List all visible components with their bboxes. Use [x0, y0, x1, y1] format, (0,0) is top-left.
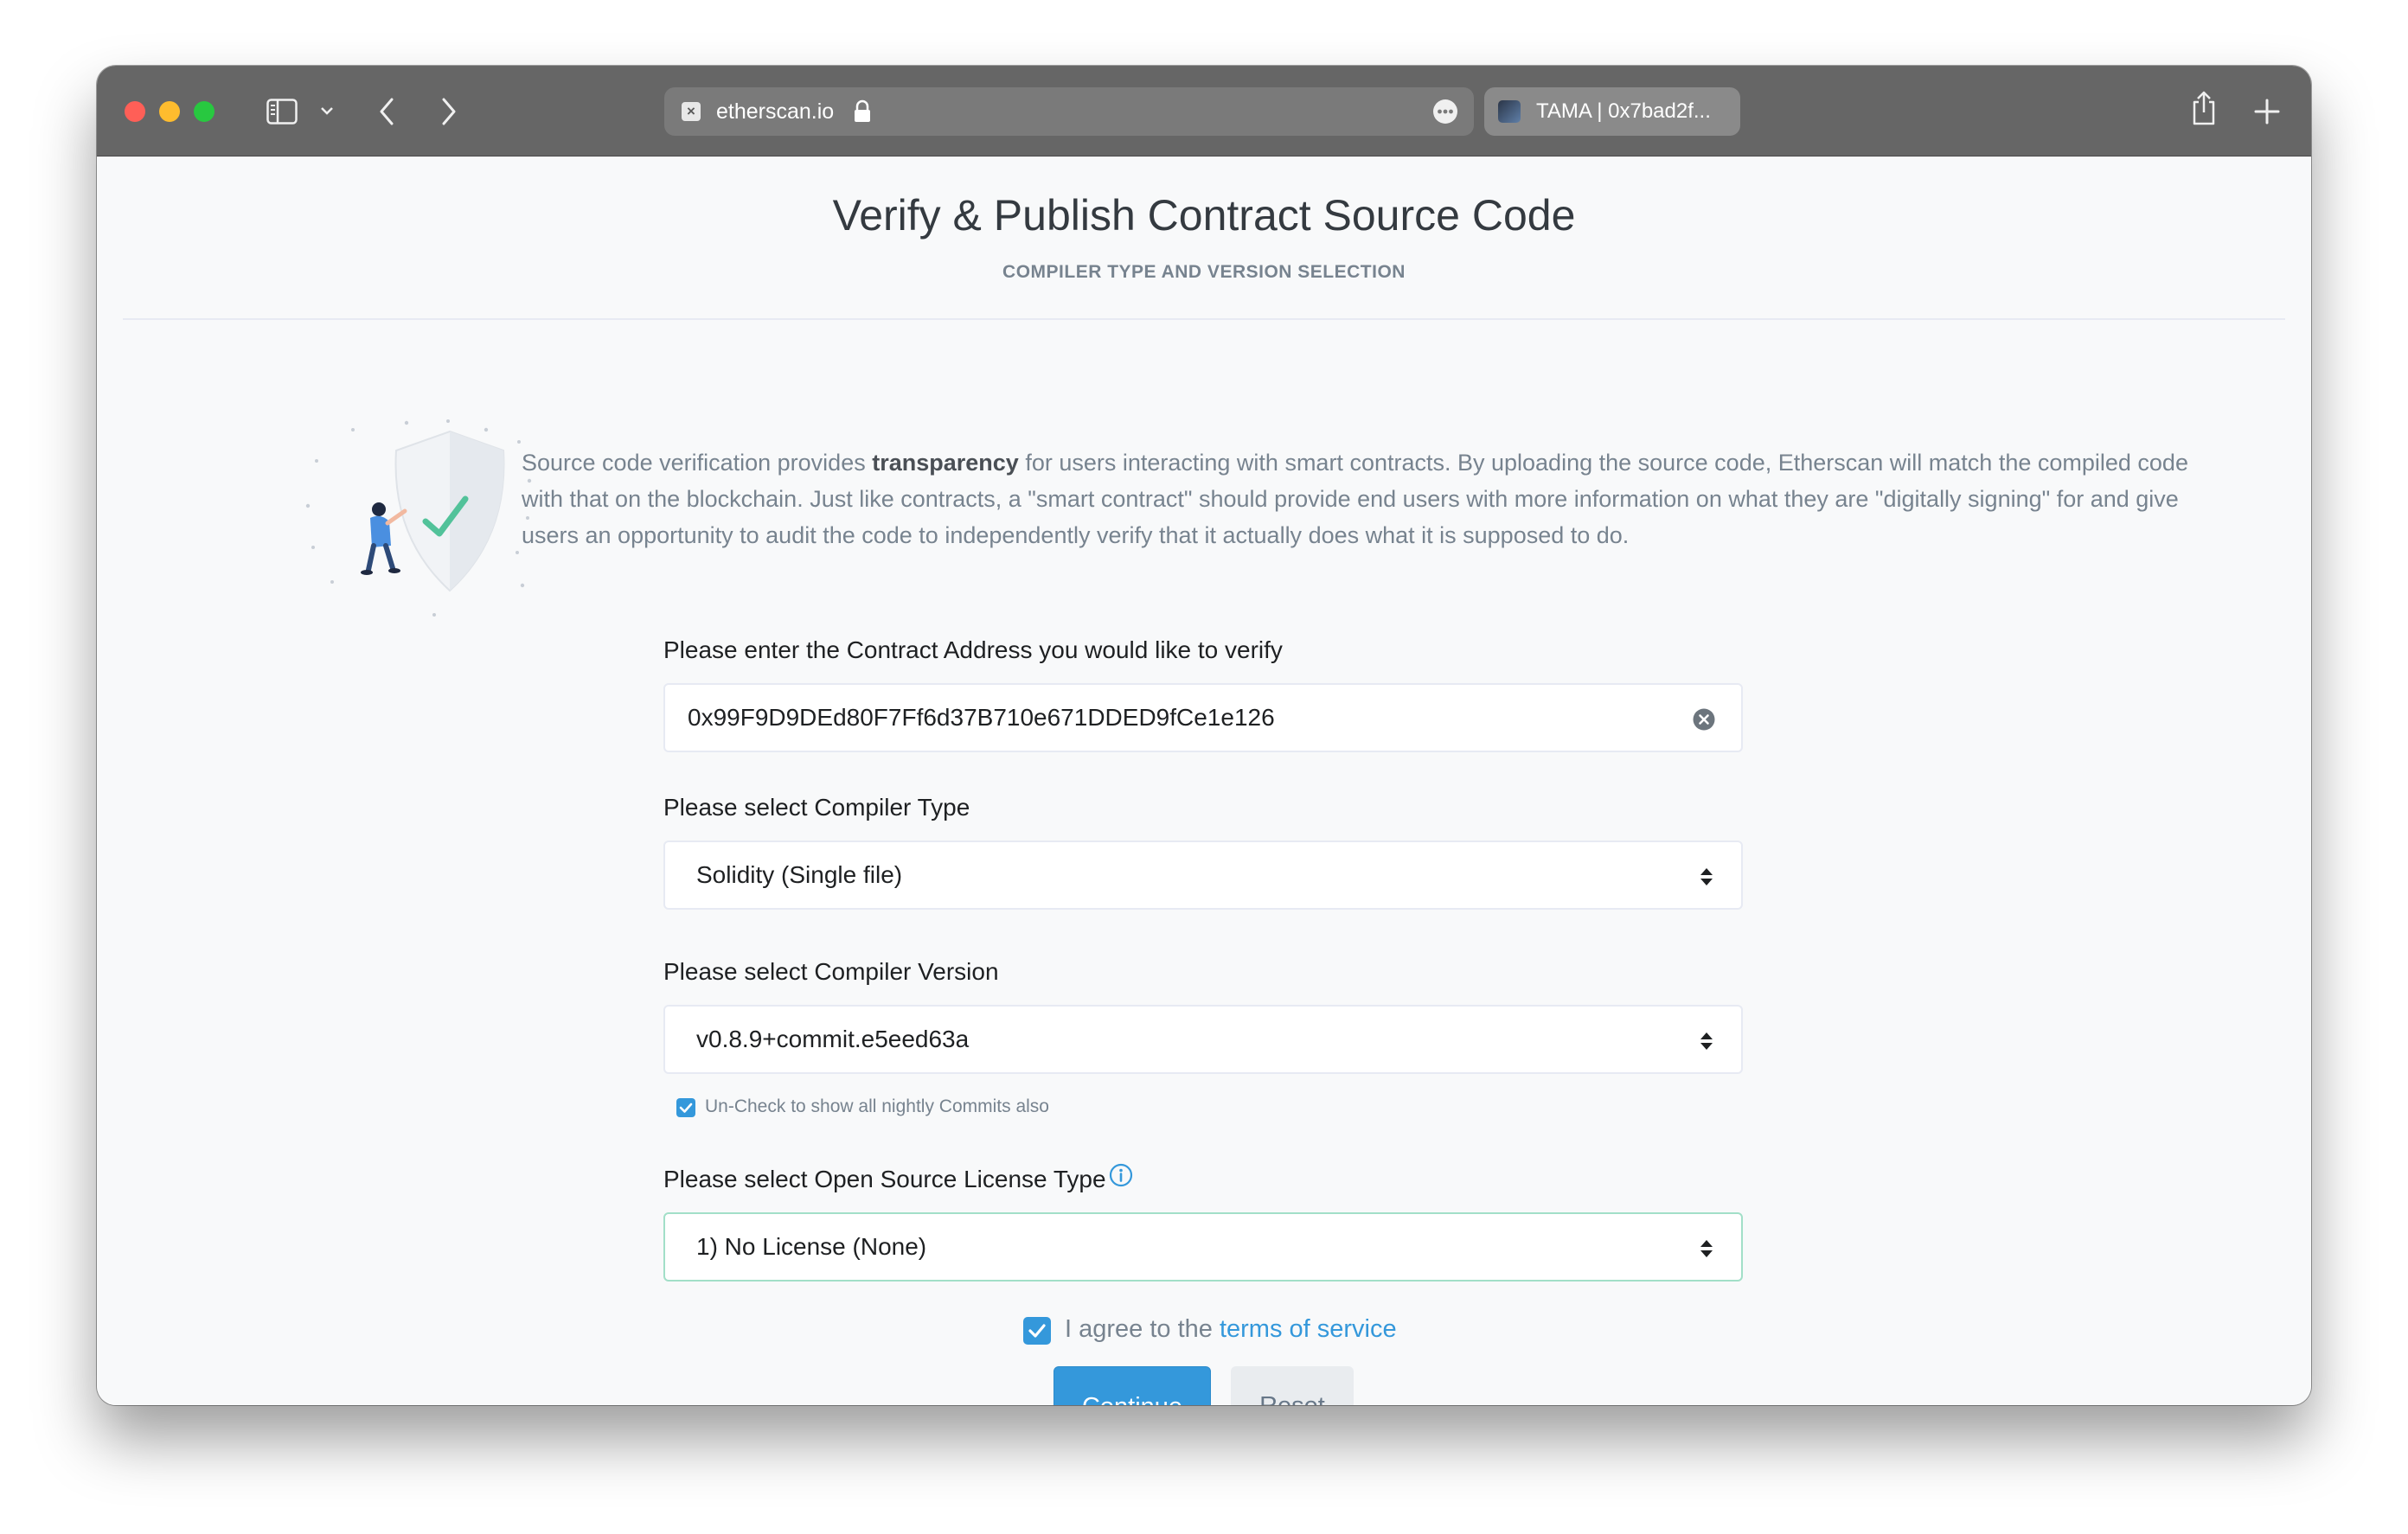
compiler-version-selected: v0.8.9+commit.e5eed63a	[696, 1026, 970, 1052]
page-subtitle: COMPILER TYPE AND VERSION SELECTION	[1002, 262, 1406, 282]
more-icon[interactable]	[1432, 99, 1458, 125]
page-content: Verify & Publish Contract Source Code CO…	[97, 157, 2311, 1405]
tab-favicon-icon	[1498, 100, 1521, 123]
chevron-down-icon[interactable]	[320, 105, 334, 116]
zoom-icon[interactable]	[194, 101, 215, 122]
site-favicon-icon: ×	[682, 102, 701, 121]
compiler-type-select[interactable]: Solidity (Single file)	[663, 841, 1743, 910]
address-url: etherscan.io	[716, 99, 835, 124]
address-bar[interactable]: × etherscan.io	[664, 87, 1474, 136]
agree-label: I agree to the terms of service	[1065, 1315, 1397, 1344]
compiler-type-selected: Solidity (Single file)	[696, 861, 903, 888]
browser-window: × etherscan.io TAMA | 0x7bad2f... Verify…	[97, 66, 2311, 1405]
new-tab-icon[interactable]	[2254, 99, 2280, 125]
intro-paragraph: Source code verification provides transp…	[522, 444, 2234, 553]
agree-text: I agree to the	[1065, 1315, 1220, 1343]
divider	[123, 318, 2285, 320]
minimize-icon[interactable]	[159, 101, 180, 122]
address-label: Please enter the Contract Address you wo…	[663, 636, 1283, 663]
select-arrows-icon	[1700, 1240, 1713, 1257]
license-selected: 1) No License (None)	[696, 1233, 927, 1260]
tab-title: TAMA | 0x7bad2f...	[1536, 99, 1711, 123]
terms-of-service-link[interactable]: terms of service	[1220, 1315, 1397, 1343]
agree-checkbox[interactable]	[1023, 1317, 1051, 1345]
page-title: Verify & Publish Contract Source Code	[832, 191, 1576, 240]
checkmark-icon	[679, 1103, 693, 1113]
info-icon[interactable]	[1109, 1163, 1133, 1187]
compiler-type-label: Please select Compiler Type	[663, 794, 970, 821]
lock-icon	[855, 99, 870, 122]
browser-tab[interactable]: TAMA | 0x7bad2f...	[1484, 87, 1740, 136]
checkmark-icon	[1028, 1324, 1046, 1338]
contract-address-input[interactable]: 0x99F9D9DEd80F7Ff6d37B710e671DDED9fCe1e1…	[663, 683, 1743, 752]
close-window-icon[interactable]	[125, 101, 145, 122]
share-icon[interactable]	[2190, 90, 2218, 126]
reset-button[interactable]: Reset	[1231, 1366, 1354, 1405]
license-label: Please select Open Source License Type	[663, 1166, 1106, 1192]
back-icon[interactable]	[377, 97, 396, 126]
forward-icon[interactable]	[439, 97, 458, 126]
compiler-version-label: Please select Compiler Version	[663, 958, 999, 985]
license-select[interactable]: 1) No License (None)	[663, 1212, 1743, 1282]
nightly-commits-checkbox[interactable]	[676, 1098, 695, 1117]
select-arrows-icon	[1700, 868, 1713, 885]
intro-text-before: Source code verification provides	[522, 450, 873, 476]
contract-address-value: 0x99F9D9DEd80F7Ff6d37B710e671DDED9fCe1e1…	[688, 704, 1275, 731]
clear-icon[interactable]	[1693, 708, 1715, 731]
compiler-version-select[interactable]: v0.8.9+commit.e5eed63a	[663, 1005, 1743, 1074]
continue-button[interactable]: Continue	[1054, 1366, 1211, 1405]
select-arrows-icon	[1700, 1032, 1713, 1050]
sidebar-icon[interactable]	[266, 99, 298, 125]
intro-text-bold: transparency	[872, 450, 1019, 476]
browser-toolbar: × etherscan.io TAMA | 0x7bad2f...	[97, 66, 2311, 157]
nightly-commits-label: Un-Check to show all nightly Commits als…	[705, 1096, 1049, 1116]
